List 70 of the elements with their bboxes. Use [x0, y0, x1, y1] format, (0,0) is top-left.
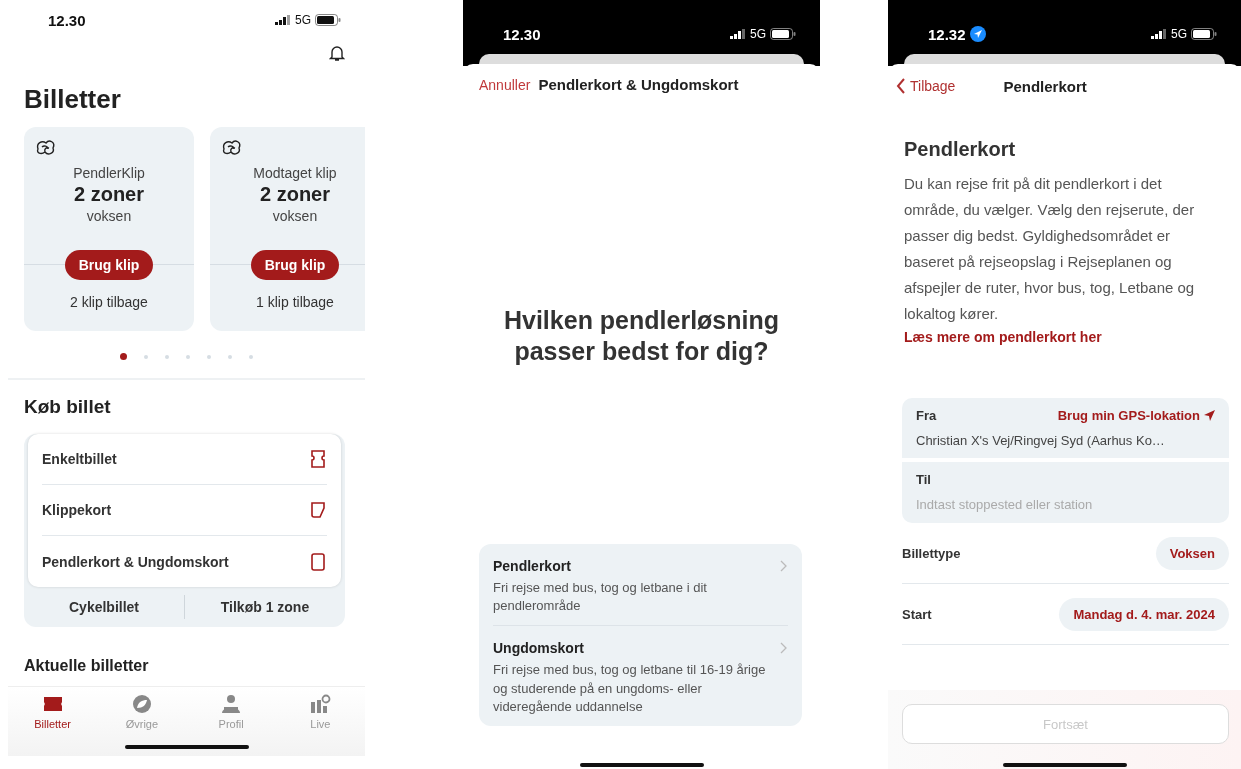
ticket-name: PendlerKlip	[73, 165, 145, 181]
field-label: Til	[916, 472, 932, 487]
ticket-option[interactable]: Pendlerkort & Ungdomskort	[42, 536, 327, 587]
ticket-option[interactable]: Klippekort	[42, 485, 327, 536]
ticket-name: Modtaget klip	[253, 165, 337, 181]
read-more-link[interactable]: Læs mere om pendlerkort her	[904, 329, 1102, 345]
gps-location-button[interactable]: Brug min GPS-lokation	[1057, 408, 1215, 423]
tab[interactable]: Billetter	[8, 693, 98, 756]
question-heading: Hvilken pendlerløsning passer bedst for dig?	[503, 305, 780, 368]
chevron-right-icon	[780, 560, 788, 572]
ticket-card[interactable]: Modtaget klip 2 zoner voksen Brug klip 1 klip tilbage	[210, 127, 365, 331]
chevron-left-icon	[896, 78, 906, 94]
page-title: Billetter	[24, 84, 122, 115]
location-arrow-icon	[1204, 410, 1215, 421]
value-pill[interactable]: Mandag d. 4. mar. 2024	[1059, 597, 1229, 631]
status-time: 12.30	[48, 11, 86, 29]
battery-icon	[770, 28, 796, 40]
battery-icon	[315, 14, 341, 26]
ticket-option[interactable]: Enkeltbillet	[42, 434, 327, 485]
signal-icon	[1151, 29, 1167, 39]
page-dot[interactable]	[144, 354, 148, 359]
section-title: Aktuelle billetter	[24, 657, 150, 675]
description: Du kan rejse frit på dit pendlerkort i det område, du vælger. Vælg den rejserute, der passer dig bedst. Gyldighedsområdet er baseret på rejseopslag i Rejseplanen og afspejler de ruter, hvor bus, tog, Letbane og lokaltog kører.	[904, 174, 1196, 324]
battery-icon	[1191, 28, 1217, 40]
clips-remaining: 1 klip tilbage	[256, 294, 334, 310]
section-title: Køb billet	[24, 396, 112, 418]
destination-input[interactable]: Indtast stoppested eller station	[916, 497, 1215, 512]
from-value[interactable]: Christian X's Vej/Ringvej Syd (Aarhus Ko…	[916, 433, 1215, 448]
clips-remaining: 2 klip tilbage	[70, 294, 148, 310]
option-item[interactable]: Pendlerkort Fri rejse med bus, tog og letbane i dit pendlerområde	[493, 544, 788, 627]
ticket-icon	[309, 551, 327, 572]
bell-icon[interactable]	[329, 44, 345, 62]
page-dot[interactable]	[120, 353, 127, 360]
compass-icon	[130, 694, 153, 714]
nav-title: Pendlerkort	[1003, 77, 1087, 95]
extra-ticket-button[interactable]: Cykelbillet	[24, 598, 184, 616]
person-icon	[220, 694, 243, 714]
network-label: 5G	[1171, 27, 1187, 41]
ticket-icon	[41, 694, 64, 714]
signal-icon	[730, 29, 746, 39]
status-time: 12.30	[503, 25, 541, 43]
status-time: 12.32	[928, 25, 966, 43]
value-pill[interactable]: Voksen	[1155, 536, 1229, 570]
sheet-title: Pendlerkort & Ungdomskort	[538, 76, 739, 93]
ticket-icon	[309, 500, 327, 520]
page-dot[interactable]	[228, 354, 232, 359]
ticket-icon	[309, 449, 327, 469]
extra-ticket-button[interactable]: Tilkøb 1 zone	[185, 598, 345, 616]
ticket-passenger: voksen	[272, 208, 318, 224]
use-clip-button[interactable]: Brug klip	[250, 250, 340, 280]
back-button[interactable]: Tilbage	[896, 78, 956, 94]
signal-icon	[275, 15, 291, 25]
chevron-right-icon	[780, 642, 788, 655]
cancel-link[interactable]: Annuller	[479, 77, 531, 93]
page-dot[interactable]	[249, 354, 253, 359]
option-item[interactable]: Ungdomskort Fri rejse med bus, tog og letbane til 16-19 årige og studerende på en ungdoms- eller videregående uddannelse	[493, 626, 788, 726]
field-label: Fra	[916, 408, 937, 423]
page-dot[interactable]	[186, 354, 190, 359]
row-label: Billettype	[902, 545, 961, 561]
ticket-zones: 2 zoner	[260, 183, 330, 206]
ticket-passenger: voksen	[86, 208, 132, 224]
heading: Pendlerkort	[904, 138, 1017, 161]
network-label: 5G	[295, 13, 311, 27]
ticket-zones: 2 zoner	[74, 183, 144, 206]
use-clip-button[interactable]: Brug klip	[64, 250, 154, 280]
row-label: Start	[902, 606, 932, 622]
network-label: 5G	[750, 27, 766, 41]
page-dot[interactable]	[207, 354, 211, 359]
page-dot[interactable]	[165, 354, 169, 359]
ticket-card[interactable]: PendlerKlip 2 zoner voksen Brug klip 2 klip tilbage	[24, 127, 194, 331]
